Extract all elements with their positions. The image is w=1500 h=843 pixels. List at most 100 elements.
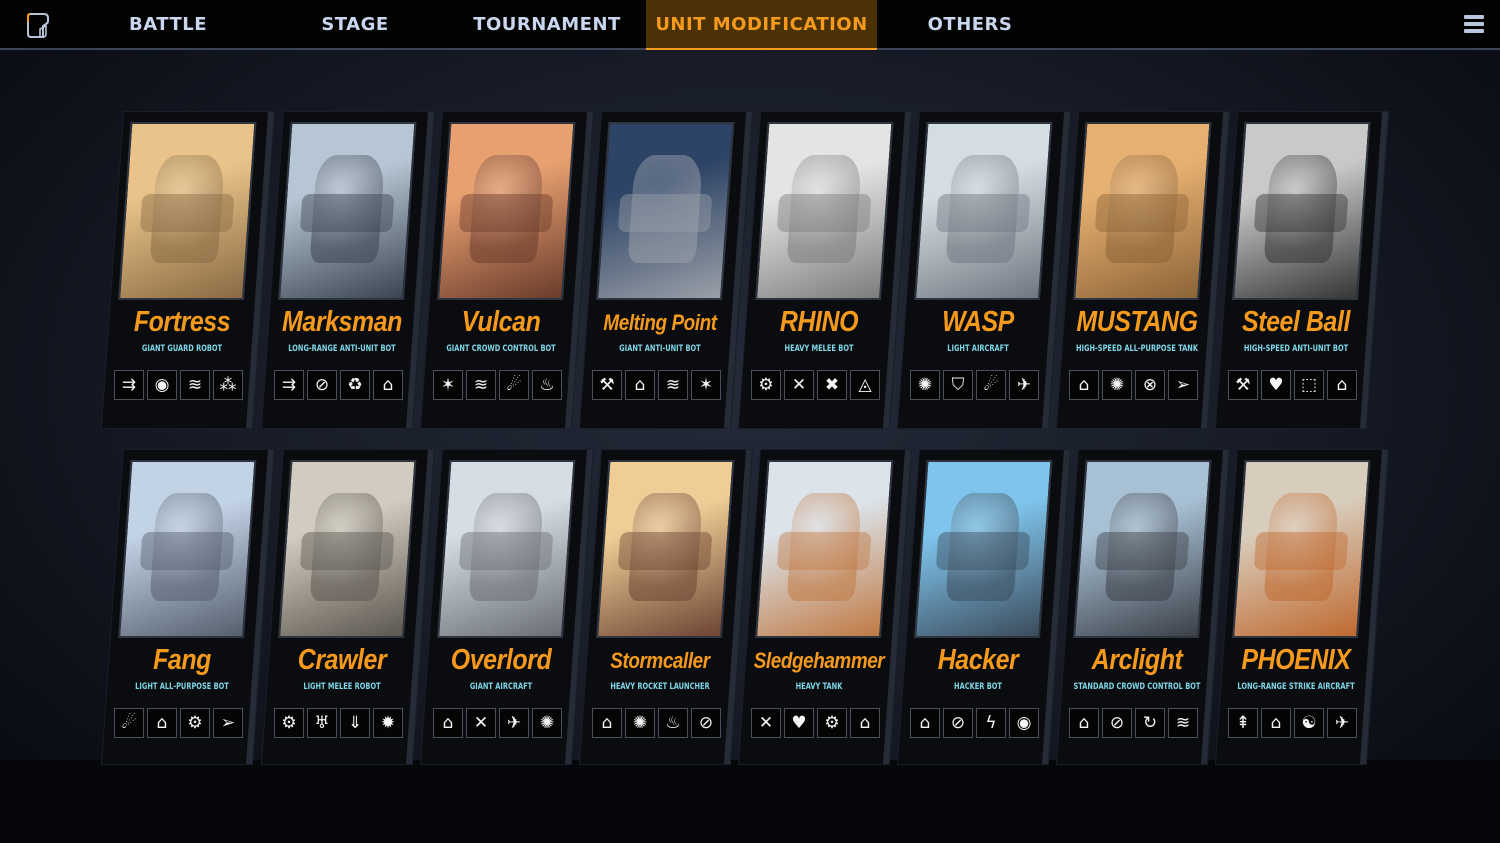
unit-card[interactable]: Marksman LONG-RANGE ANTI-UNIT BOT ⇉ ⊘ ♻ ⌂ xyxy=(262,112,435,428)
tab-others[interactable]: OTHERS xyxy=(905,0,1035,50)
armor-plating-icon[interactable]: ≋ xyxy=(180,370,210,400)
unit-portrait[interactable] xyxy=(1232,460,1371,638)
implode-icon[interactable]: ✺ xyxy=(1102,370,1132,400)
tab-battle[interactable]: BATTLE xyxy=(98,0,238,50)
unit-card[interactable]: WASP LIGHT AIRCRAFT ✺ ⛉ ☄ ✈ xyxy=(898,112,1071,428)
fire-drop-icon[interactable]: ☄ xyxy=(499,370,529,400)
armor-plating-icon[interactable]: ≋ xyxy=(1168,708,1198,738)
crossed-tools-icon[interactable]: ✕ xyxy=(466,708,496,738)
unit-card[interactable]: Sledgehammer HEAVY TANK ✕ ♥ ⚙ ⌂ xyxy=(739,450,911,764)
jet-icon[interactable]: ✈ xyxy=(1009,370,1039,400)
blocks-icon[interactable]: ⬚ xyxy=(1294,370,1324,400)
unit-card[interactable]: Crawler LIGHT MELEE ROBOT ⚙ ♅ ⇓ ✹ xyxy=(262,450,434,764)
heart-armor-icon[interactable]: ♥ xyxy=(1261,370,1291,400)
unit-portrait[interactable] xyxy=(1073,122,1212,300)
unit-card[interactable]: PHOENIX LONG-RANGE STRIKE AIRCRAFT ⇞ ⌂ ☯ ✈ xyxy=(1216,450,1388,764)
dome-shield-icon[interactable]: ⌂ xyxy=(433,708,463,738)
recycle-icon[interactable]: ♻ xyxy=(340,370,370,400)
gear-saw-icon[interactable]: ⚙ xyxy=(817,708,847,738)
hammer-icon[interactable]: ⚒ xyxy=(592,370,622,400)
wrench-repair-icon[interactable]: ✖ xyxy=(817,370,847,400)
dual-arrow-icon[interactable]: ⇉ xyxy=(274,370,304,400)
tab-stage[interactable]: STAGE xyxy=(285,0,425,50)
fire-drop-icon[interactable]: ☄ xyxy=(976,370,1006,400)
emp-icon[interactable]: ⊘ xyxy=(307,370,337,400)
unit-portrait[interactable] xyxy=(755,460,894,638)
unit-card[interactable]: Fang LIGHT ALL-PURPOSE BOT ☄ ⌂ ⚙ ➢ xyxy=(102,450,274,764)
unit-portrait[interactable] xyxy=(914,460,1053,638)
unit-card[interactable]: RHINO HEAVY MELEE BOT ⚙ ✕ ✖ ◬ xyxy=(739,112,912,428)
unit-portrait[interactable] xyxy=(118,460,257,638)
unit-portrait[interactable] xyxy=(437,460,576,638)
jet-icon[interactable]: ✈ xyxy=(1327,708,1357,738)
tab-tournament[interactable]: TOURNAMENT xyxy=(462,0,632,50)
dome-shield-icon[interactable]: ⌂ xyxy=(1261,708,1291,738)
gear-saw-icon[interactable]: ⚙ xyxy=(274,708,304,738)
unit-portrait[interactable] xyxy=(914,122,1053,300)
arc-cycle-icon[interactable]: ↻ xyxy=(1135,708,1165,738)
implode-icon[interactable]: ✺ xyxy=(625,708,655,738)
flame-wave-icon[interactable]: ♨ xyxy=(532,370,562,400)
gear-saw-icon[interactable]: ⚙ xyxy=(751,370,781,400)
crossed-tools-icon[interactable]: ✕ xyxy=(784,370,814,400)
unit-portrait[interactable] xyxy=(1232,122,1371,300)
dome-shield-icon[interactable]: ⌂ xyxy=(147,708,177,738)
hamburger-menu-icon[interactable] xyxy=(1464,15,1484,33)
dome-shield-icon[interactable]: ⌂ xyxy=(910,708,940,738)
gear-saw-icon[interactable]: ⚙ xyxy=(180,708,210,738)
rocket-icon[interactable]: ➢ xyxy=(1168,370,1198,400)
dome-shield-icon[interactable]: ⌂ xyxy=(1327,370,1357,400)
tab-unit-modification[interactable]: UNIT MODIFICATION xyxy=(646,0,877,50)
heart-armor-icon[interactable]: ♥ xyxy=(784,708,814,738)
unit-portrait[interactable] xyxy=(118,122,257,300)
dome-shield-icon[interactable]: ⌂ xyxy=(625,370,655,400)
unit-card[interactable]: Steel Ball HIGH-SPEED ANTI-UNIT BOT ⚒ ♥ ⬚ ⌂ xyxy=(1216,112,1389,428)
shield-icon[interactable]: ⛉ xyxy=(943,370,973,400)
lightning-burst-icon[interactable]: ϟ xyxy=(976,708,1006,738)
dome-shield-icon[interactable]: ⌂ xyxy=(592,708,622,738)
burst-shot-icon[interactable]: ⁂ xyxy=(213,370,243,400)
unit-card[interactable]: Vulcan GIANT CROWD CONTROL BOT ✶ ≋ ☄ ♨ xyxy=(421,112,594,428)
unit-card[interactable]: Stormcaller HEAVY ROCKET LAUNCHER ⌂ ✺ ♨ ⊘ xyxy=(580,450,752,764)
unit-card[interactable]: Fortress GIANT GUARD ROBOT ⇉ ◉ ≋ ⁂ xyxy=(102,112,275,428)
implode-icon[interactable]: ✺ xyxy=(532,708,562,738)
unit-portrait[interactable] xyxy=(755,122,894,300)
fire-icon[interactable]: ♨ xyxy=(658,708,688,738)
dome-shield-icon[interactable]: ⌂ xyxy=(850,708,880,738)
unit-card[interactable]: Overlord GIANT AIRCRAFT ⌂ ✕ ✈ ✺ xyxy=(421,450,593,764)
spark-claw-icon[interactable]: ✶ xyxy=(691,370,721,400)
unit-portrait[interactable] xyxy=(278,460,417,638)
unit-card[interactable]: Arclight STANDARD CROWD CONTROL BOT ⌂ ⊘ ↻ ≋ xyxy=(1057,450,1229,764)
emp-icon[interactable]: ⊘ xyxy=(943,708,973,738)
emp-icon[interactable]: ⊘ xyxy=(691,708,721,738)
unit-portrait[interactable] xyxy=(596,122,735,300)
fire-drop-icon[interactable]: ☄ xyxy=(114,708,144,738)
jet-icon[interactable]: ✈ xyxy=(499,708,529,738)
split-arrow-icon[interactable]: ⇞ xyxy=(1228,708,1258,738)
crossed-tools-icon[interactable]: ✕ xyxy=(751,708,781,738)
unit-portrait[interactable] xyxy=(1073,460,1212,638)
orb-cluster-icon[interactable]: ◉ xyxy=(1009,708,1039,738)
explosion-icon[interactable]: ✹ xyxy=(373,708,403,738)
armor-plating-icon[interactable]: ≋ xyxy=(658,370,688,400)
unit-card[interactable]: MUSTANG HIGH-SPEED ALL-PURPOSE TANK ⌂ ✺ ⊗ ➢ xyxy=(1057,112,1230,428)
game-logo-icon[interactable] xyxy=(22,10,54,42)
repair-field-icon[interactable]: ☯ xyxy=(1294,708,1324,738)
orb-cluster-icon[interactable]: ◉ xyxy=(147,370,177,400)
anti-air-icon[interactable]: ⊗ xyxy=(1135,370,1165,400)
emp-icon[interactable]: ⊘ xyxy=(1102,708,1132,738)
unit-card[interactable]: Hacker HACKER BOT ⌂ ⊘ ϟ ◉ xyxy=(898,450,1070,764)
triangle-emblem-icon[interactable]: ◬ xyxy=(850,370,880,400)
armor-plating-icon[interactable]: ≋ xyxy=(466,370,496,400)
dome-shield-icon[interactable]: ⌂ xyxy=(373,370,403,400)
unit-portrait[interactable] xyxy=(437,122,576,300)
hammer-icon[interactable]: ⚒ xyxy=(1228,370,1258,400)
implode-icon[interactable]: ✺ xyxy=(910,370,940,400)
unit-card[interactable]: Melting Point GIANT ANTI-UNIT BOT ⚒ ⌂ ≋ ✶ xyxy=(580,112,753,428)
dual-arrow-icon[interactable]: ⇉ xyxy=(114,370,144,400)
unit-portrait[interactable] xyxy=(596,460,735,638)
unit-portrait[interactable] xyxy=(278,122,417,300)
dome-shield-icon[interactable]: ⌂ xyxy=(1069,370,1099,400)
dome-shield-icon[interactable]: ⌂ xyxy=(1069,708,1099,738)
rocket-icon[interactable]: ➢ xyxy=(213,708,243,738)
